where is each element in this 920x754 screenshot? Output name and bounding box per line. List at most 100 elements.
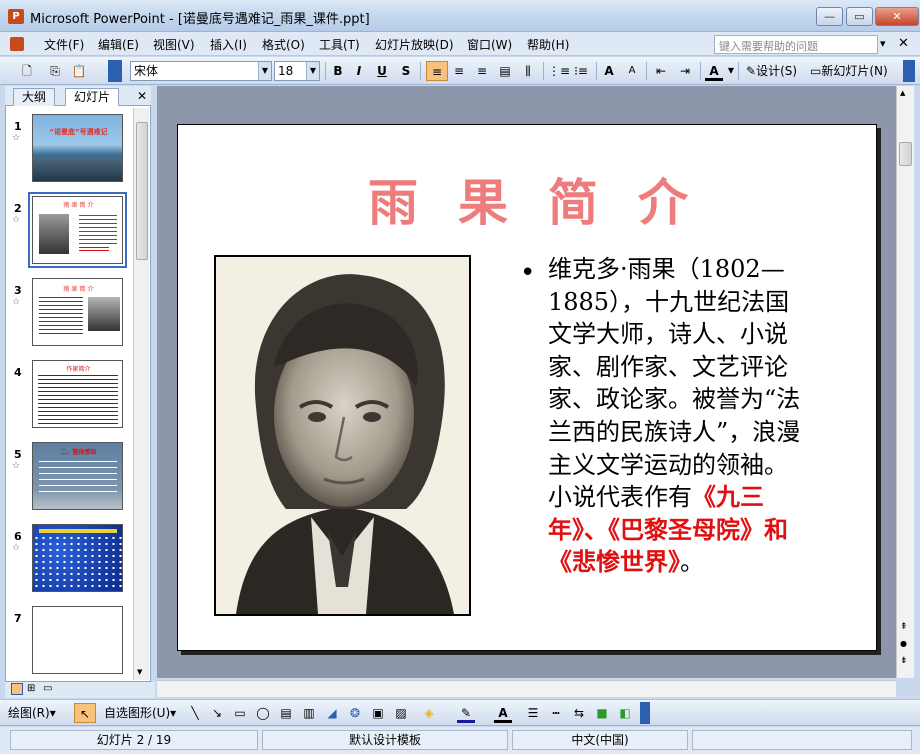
document-icon[interactable]: [10, 37, 24, 51]
slides-pane-scrollbar[interactable]: ▼: [133, 108, 149, 680]
scrollbar-thumb[interactable]: [899, 142, 912, 166]
vertical-textbox-icon[interactable]: ▥: [300, 703, 318, 723]
close-button[interactable]: ✕: [875, 7, 919, 26]
oval-icon[interactable]: ◯: [254, 703, 272, 723]
slide-title[interactable]: 雨果简介: [178, 163, 878, 235]
line-style-icon[interactable]: ☰: [524, 703, 542, 723]
scrollbar-thumb[interactable]: [136, 122, 148, 260]
paste-icon[interactable]: 📋: [70, 61, 88, 81]
rectangle-icon[interactable]: ▭: [231, 703, 249, 723]
font-size-combo[interactable]: 18 ▼: [274, 61, 320, 81]
wordart-icon[interactable]: ◢: [323, 703, 341, 723]
menu-edit[interactable]: 编辑(E): [98, 36, 139, 53]
thumbnail-image: [39, 214, 69, 254]
arrow-icon[interactable]: ↘: [208, 703, 226, 723]
font-name-combo[interactable]: 宋体 ▼: [130, 61, 272, 81]
powerpoint-app-icon[interactable]: P: [8, 9, 24, 24]
picture-icon[interactable]: ▨: [392, 703, 410, 723]
menu-window[interactable]: 窗口(W): [467, 36, 512, 53]
slide-thumbnail[interactable]: [32, 524, 123, 592]
restore-button[interactable]: ▭: [846, 7, 873, 26]
menu-help[interactable]: 帮助(H): [527, 36, 569, 53]
tab-slides[interactable]: 幻灯片: [65, 88, 120, 106]
chevron-down-icon[interactable]: ▼: [258, 62, 271, 80]
draw-label: 绘图(R): [8, 706, 50, 720]
increase-indent-icon[interactable]: ⇥: [676, 61, 694, 81]
select-browse-object-icon[interactable]: ●: [900, 639, 907, 648]
scroll-up-icon[interactable]: ▲: [900, 89, 905, 97]
toolbar-options-icon[interactable]: [903, 60, 915, 82]
3d-style-icon[interactable]: ◧: [616, 703, 634, 723]
textbox-icon[interactable]: ▤: [277, 703, 295, 723]
shadow-button[interactable]: S: [397, 61, 415, 81]
slide-thumbnail[interactable]: 作家简介: [32, 360, 123, 428]
bullets-icon[interactable]: ⁝≡: [572, 61, 590, 81]
next-slide-icon[interactable]: ⇟: [900, 656, 908, 666]
shadow-style-icon[interactable]: ■: [593, 703, 611, 723]
tab-outline[interactable]: 大纲: [13, 88, 56, 106]
toolbar-grip-icon[interactable]: [108, 60, 122, 82]
slide-thumbnail[interactable]: 二、整体感知: [32, 442, 123, 510]
grow-font-button[interactable]: A: [600, 61, 618, 81]
slide-sorter-icon[interactable]: ⊞: [27, 683, 35, 694]
align-right-icon[interactable]: ≡: [473, 61, 491, 81]
justify-icon[interactable]: ▤: [496, 61, 514, 81]
line-color-icon[interactable]: ✎: [457, 703, 475, 723]
bio-text: 维克多·雨果（1802—1885），十九世纪法国文学大师，诗人、小说家、剧作家、…: [548, 255, 801, 512]
previous-slide-icon[interactable]: ⇞: [900, 622, 908, 632]
menu-file[interactable]: 文件(F): [44, 36, 84, 53]
chevron-down-icon[interactable]: ▼: [306, 62, 319, 80]
new-document-icon[interactable]: 🗋: [18, 61, 36, 81]
clipart-icon[interactable]: ▣: [369, 703, 387, 723]
menu-slideshow[interactable]: 幻灯片放映(D): [375, 36, 454, 53]
autoshapes-button[interactable]: 自选图形(U)▾: [104, 703, 176, 723]
minimize-button[interactable]: —: [816, 7, 843, 26]
horizontal-scrollbar[interactable]: [157, 680, 896, 697]
font-color-button[interactable]: A: [705, 61, 723, 81]
draw-font-color-icon[interactable]: A: [494, 703, 512, 723]
slide-thumbnail[interactable]: [32, 606, 123, 674]
design-button[interactable]: ✎设计(S): [746, 61, 797, 81]
document-close-icon[interactable]: ✕: [898, 36, 909, 51]
slide-number: 2: [14, 202, 22, 215]
numbering-icon[interactable]: ⋮≡: [548, 61, 570, 81]
help-dropdown-icon[interactable]: ▾: [880, 37, 886, 50]
thumbnail-text: [79, 247, 109, 253]
arrow-style-icon[interactable]: ⇆: [570, 703, 588, 723]
copy-icon[interactable]: ⎘: [46, 61, 64, 81]
toolbar-options-icon[interactable]: [640, 702, 650, 724]
align-center-icon[interactable]: ≡: [450, 61, 468, 81]
slide-thumbnail[interactable]: “诺曼底”号遇难记: [32, 114, 123, 182]
hugo-portrait-image[interactable]: [214, 255, 471, 616]
slide-vertical-scrollbar[interactable]: ▲ ⇞ ● ⇟: [896, 86, 914, 678]
align-left-icon[interactable]: ≡: [426, 61, 448, 81]
dash-style-icon[interactable]: ┅: [547, 703, 565, 723]
new-slide-button[interactable]: ▭新幻灯片(N): [810, 61, 888, 81]
slide-thumbnail[interactable]: 雨 果 简 介: [32, 278, 123, 346]
slideshow-view-icon[interactable]: ▭: [43, 683, 52, 694]
decrease-indent-icon[interactable]: ⇤: [652, 61, 670, 81]
normal-view-icon[interactable]: [11, 683, 23, 695]
current-slide[interactable]: 雨果简介 • 维克多·雨果（1802—1885），十九世纪法国文学大师，诗人、小…: [177, 124, 877, 651]
select-objects-icon[interactable]: ↖: [74, 703, 96, 723]
menu-tools[interactable]: 工具(T): [319, 36, 360, 53]
slide-thumbnail[interactable]: 雨 果 简 介: [32, 196, 123, 264]
menu-format[interactable]: 格式(O): [262, 36, 305, 53]
scroll-down-icon[interactable]: ▼: [137, 668, 142, 676]
pane-close-icon[interactable]: ✕: [137, 89, 147, 103]
shrink-font-button[interactable]: A: [623, 61, 641, 81]
italic-button[interactable]: I: [350, 61, 368, 81]
chevron-down-icon: ▾: [49, 706, 56, 720]
draw-menu-button[interactable]: 绘图(R)▾: [8, 703, 56, 723]
thumbnail-text: [79, 215, 117, 245]
fill-color-icon[interactable]: ◈: [420, 703, 438, 723]
diagram-icon[interactable]: ❂: [346, 703, 364, 723]
slide-body-text[interactable]: 维克多·雨果（1802—1885），十九世纪法国文学大师，诗人、小说家、剧作家、…: [548, 253, 810, 579]
underline-button[interactable]: U: [373, 61, 391, 81]
bold-button[interactable]: B: [329, 61, 347, 81]
menu-insert[interactable]: 插入(I): [210, 36, 247, 53]
menu-view[interactable]: 视图(V): [153, 36, 195, 53]
line-icon[interactable]: ╲: [186, 703, 204, 723]
distributed-icon[interactable]: ⫼: [519, 61, 537, 81]
help-question-input[interactable]: 键入需要帮助的问题: [714, 35, 878, 54]
